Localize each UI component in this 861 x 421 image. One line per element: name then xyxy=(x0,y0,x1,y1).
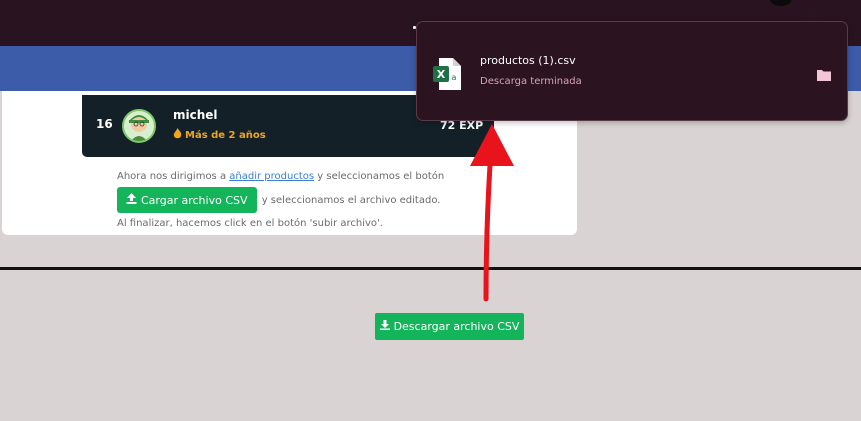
annotation-arrow xyxy=(470,124,514,302)
